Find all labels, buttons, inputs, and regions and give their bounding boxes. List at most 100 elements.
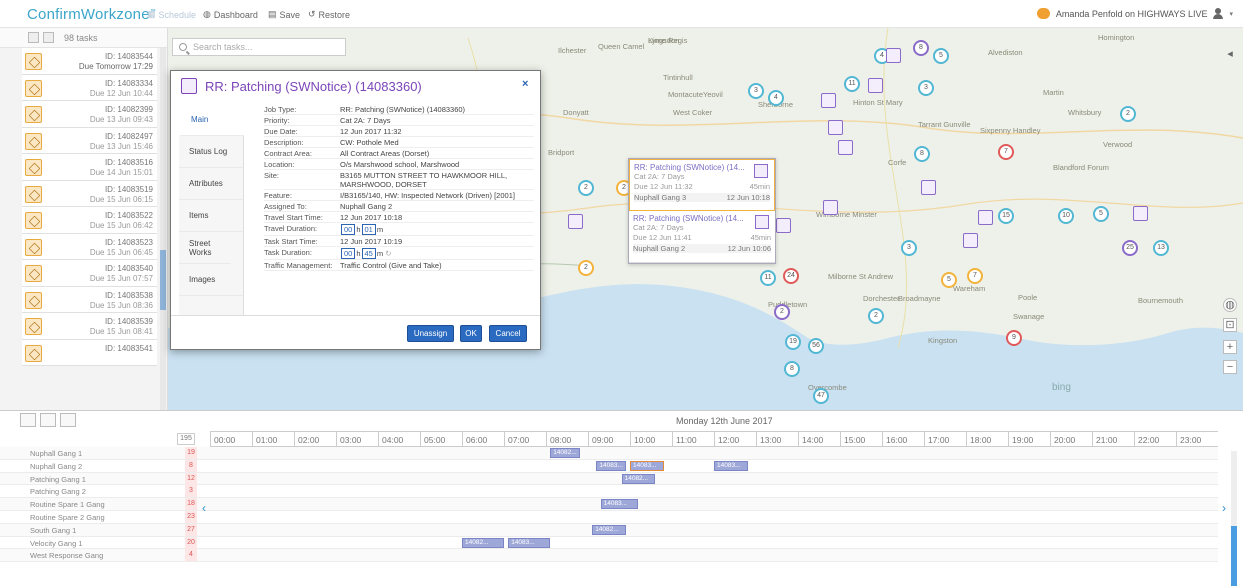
task-list-item[interactable]: ID: 14083544 Due Tomorrow 17:29 <box>22 48 157 75</box>
gang-schedule[interactable] <box>210 549 1218 562</box>
scheduled-task-bar[interactable]: 14082... <box>621 473 656 484</box>
search-input[interactable]: Search tasks... <box>172 38 346 56</box>
collapse-panel-icon[interactable]: ◂ <box>1223 48 1237 62</box>
gang-schedule[interactable]: 14083... 14083... 14083... <box>210 460 1218 473</box>
map-task-marker[interactable] <box>886 48 901 63</box>
scheduled-task-bar[interactable]: 14083... <box>630 460 664 471</box>
travel-hours-input[interactable]: 00 <box>341 224 356 235</box>
scheduled-task-bar[interactable]: 14083... <box>596 460 626 471</box>
scheduled-task-bar[interactable]: 14082... <box>462 537 504 548</box>
gang-schedule[interactable] <box>210 485 1218 498</box>
scheduled-task-bar[interactable]: 14082... <box>550 448 580 458</box>
map-task-pin[interactable]: 7 <box>967 268 983 284</box>
task-list-item[interactable]: ID: 14083522 Due 15 Jun 06:42 <box>22 207 157 234</box>
tooltip-item[interactable]: RR: Patching (SWNotice) (14... Cat 2A: 7… <box>629 159 775 211</box>
task-list-item[interactable]: ID: 14083539 Due 15 Jun 08:41 <box>22 313 157 340</box>
map-task-pin[interactable]: 8 <box>784 361 800 377</box>
save-button[interactable]: ▤ Save <box>268 9 300 20</box>
gang-schedule[interactable]: 14082... <box>210 524 1218 537</box>
tooltip-item[interactable]: RR: Patching (SWNotice) (14... Cat 2A: 7… <box>629 211 775 263</box>
map-task-pin[interactable]: 24 <box>783 268 799 284</box>
calendar-week-icon[interactable] <box>60 413 76 427</box>
map-task-pin[interactable]: 7 <box>998 144 1014 160</box>
gang-schedule[interactable]: 14082... 14083... <box>210 537 1218 550</box>
scroll-left-icon[interactable]: ‹ <box>202 501 212 521</box>
reset-icon[interactable]: ↻ <box>385 249 391 258</box>
map-task-pin[interactable]: 47 <box>813 388 829 404</box>
map-task-pin[interactable]: 3 <box>918 80 934 96</box>
tab-main[interactable]: Main <box>179 104 244 136</box>
map-task-pin[interactable]: 15 <box>998 208 1014 224</box>
collapse-icon[interactable] <box>43 32 54 43</box>
task-list-item[interactable]: ID: 14083516 Due 14 Jun 15:01 <box>22 154 157 181</box>
scheduled-task-bar[interactable]: 14083... <box>600 499 639 510</box>
task-list-item[interactable]: ID: 14083334 Due 12 Jun 10:44 <box>22 74 157 101</box>
ok-button[interactable]: OK <box>460 325 482 342</box>
map-task-pin[interactable]: 8 <box>914 146 930 162</box>
map-task-marker[interactable] <box>838 140 853 155</box>
map-task-pin[interactable]: 25 <box>1122 240 1138 256</box>
task-list-item[interactable]: ID: 14082399 Due 13 Jun 09:43 <box>22 101 157 128</box>
map-task-pin[interactable]: 4 <box>768 90 784 106</box>
map-task-pin[interactable]: 2 <box>774 304 790 320</box>
schedule-nav[interactable]: ▦ Schedule <box>147 9 196 20</box>
map-task-pin[interactable]: 13 <box>1153 240 1169 256</box>
zoom-in-button[interactable]: + <box>1223 340 1237 354</box>
calendar-icon[interactable] <box>40 413 56 427</box>
map-task-pin[interactable]: 9 <box>1006 330 1022 346</box>
gang-schedule[interactable]: 14082... <box>210 447 1218 460</box>
gang-schedule[interactable] <box>210 511 1218 524</box>
map-task-marker[interactable] <box>823 200 838 215</box>
unassign-button[interactable]: Unassign <box>407 325 454 342</box>
scheduled-task-bar[interactable]: 14083... <box>714 460 748 471</box>
map-task-marker[interactable] <box>828 120 843 135</box>
map-task-pin[interactable]: 5 <box>933 48 949 64</box>
expand-icon[interactable] <box>28 32 39 43</box>
chat-icon[interactable] <box>1036 8 1050 19</box>
task-hours-input[interactable]: 00 <box>341 248 356 259</box>
task-list-item[interactable]: ID: 14083523 Due 15 Jun 06:45 <box>22 233 157 260</box>
gang-schedule[interactable]: 14083... <box>210 498 1218 511</box>
map-task-marker[interactable] <box>776 218 791 233</box>
map-task-marker[interactable] <box>978 210 993 225</box>
task-list-item[interactable]: ID: 14083519 Due 15 Jun 06:15 <box>22 180 157 207</box>
map-task-pin[interactable]: 5 <box>941 272 957 288</box>
travel-minutes-input[interactable]: 01 <box>361 224 376 235</box>
task-list-scroll-thumb[interactable] <box>160 250 166 310</box>
restore-button[interactable]: ↺ Restore <box>308 9 350 20</box>
map-task-pin[interactable]: 11 <box>844 76 860 92</box>
map-task-marker[interactable] <box>868 78 883 93</box>
zoom-out-button[interactable]: − <box>1223 360 1237 374</box>
map-task-marker[interactable] <box>1133 206 1148 221</box>
close-icon[interactable]: × <box>522 79 531 90</box>
task-list-item[interactable]: ID: 14083540 Due 15 Jun 07:57 <box>22 260 157 287</box>
map-task-marker[interactable] <box>963 233 978 248</box>
map-task-pin[interactable]: 5 <box>1093 206 1109 222</box>
zoom-area-icon[interactable]: ⊡ <box>1223 318 1237 332</box>
map-task-marker[interactable] <box>568 214 583 229</box>
map-task-pin[interactable]: 2 <box>578 180 594 196</box>
task-list-item[interactable]: ID: 14083538 Due 15 Jun 08:36 <box>22 286 157 313</box>
map-task-marker[interactable] <box>821 93 836 108</box>
map-task-pin[interactable]: 56 <box>808 338 824 354</box>
map-task-pin[interactable]: 10 <box>1058 208 1074 224</box>
tab-images[interactable]: Images <box>179 264 243 296</box>
chevron-down-icon[interactable]: ▾ <box>1229 10 1233 18</box>
tab-items[interactable]: Items <box>179 200 243 232</box>
tab-status-log[interactable]: Status Log <box>179 136 243 168</box>
map-task-pin[interactable]: 11 <box>760 270 776 286</box>
tab-attributes[interactable]: Attributes <box>179 168 243 200</box>
view-dropdown-icon[interactable] <box>20 413 36 427</box>
map-task-pin[interactable]: 19 <box>785 334 801 350</box>
tab-street-works[interactable]: Street Works <box>179 232 231 264</box>
task-list-item[interactable]: ID: 14083541 <box>22 339 157 366</box>
dashboard-nav[interactable]: ◍ Dashboard <box>203 9 258 20</box>
map-task-pin[interactable]: 2 <box>868 308 884 324</box>
task-list-item[interactable]: ID: 14082497 Due 13 Jun 15:46 <box>22 127 157 154</box>
cancel-button[interactable]: Cancel <box>489 325 527 342</box>
task-minutes-input[interactable]: 45 <box>361 248 376 259</box>
task-list-scrollbar[interactable] <box>160 48 166 410</box>
timeline-scroll-thumb[interactable] <box>1231 526 1237 586</box>
gang-schedule[interactable]: 14082... <box>210 473 1218 486</box>
user-icon[interactable] <box>1213 8 1224 19</box>
